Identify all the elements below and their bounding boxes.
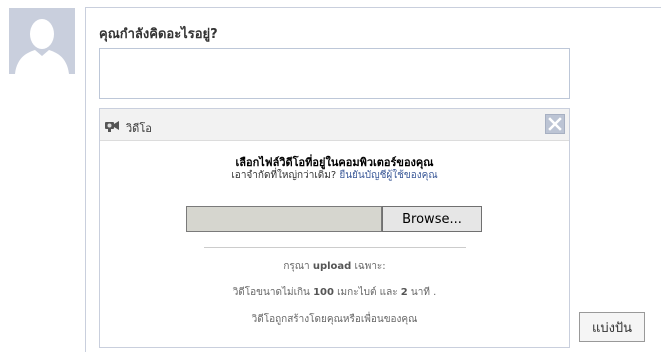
upload-rule-2: วิดีโอขนาดไม่เกิน 100 เมกะไบต์ และ 2 นาท…	[100, 285, 569, 300]
file-path-input[interactable]	[186, 206, 382, 232]
close-icon	[548, 117, 562, 131]
limit-line: เอาจำกัดที่ใหญ่กว่าเดิม? ยืนยันบัญชีผู้ใ…	[100, 168, 569, 183]
rule2-prefix: วิดีโอขนาดไม่เกิน	[232, 287, 314, 298]
composer-prompt: คุณกำลังคิดอะไรอยู่?	[99, 27, 218, 42]
rule2-mid: เมกะไบต์ และ	[333, 287, 401, 298]
rule1-suffix: เฉพาะ:	[351, 261, 386, 272]
rule2-minutes: 2	[400, 287, 408, 298]
verify-account-link[interactable]: ยืนยันบัญชีผู้ใช้ของคุณ	[339, 170, 437, 181]
avatar[interactable]	[9, 8, 75, 74]
video-box-header: วิดีโอ	[100, 109, 569, 141]
rule2-size: 100	[313, 287, 334, 298]
video-upload-box: วิดีโอ เลือกไฟล์วิดีโอที่อยู่ในคอมพิวเตอ…	[99, 108, 570, 348]
browse-button[interactable]: Browse...	[382, 206, 482, 232]
limit-question: เอาจำกัดที่ใหญ่กว่าเดิม?	[231, 170, 337, 181]
status-input[interactable]	[99, 48, 570, 99]
rule1-prefix: กรุณา	[283, 261, 313, 272]
video-camera-icon	[105, 118, 121, 137]
profile-silhouette-icon	[9, 8, 75, 74]
upload-rule-3: วิดีโอถูกสร้างโดยคุณหรือเพื่อนของคุณ	[251, 314, 418, 325]
video-box-title: วิดีโอ	[126, 122, 152, 135]
close-video-button[interactable]	[545, 114, 565, 134]
upload-rule-1: กรุณา upload เฉพาะ:	[100, 259, 569, 274]
rule1-bold: upload	[312, 261, 352, 272]
rule2-suffix: นาที .	[407, 287, 437, 298]
composer-panel: คุณกำลังคิดอะไรอยู่? วิดีโอ เลือกไฟล์วิด…	[85, 7, 661, 352]
divider	[204, 247, 466, 248]
share-button[interactable]: แบ่งปัน	[579, 312, 645, 342]
